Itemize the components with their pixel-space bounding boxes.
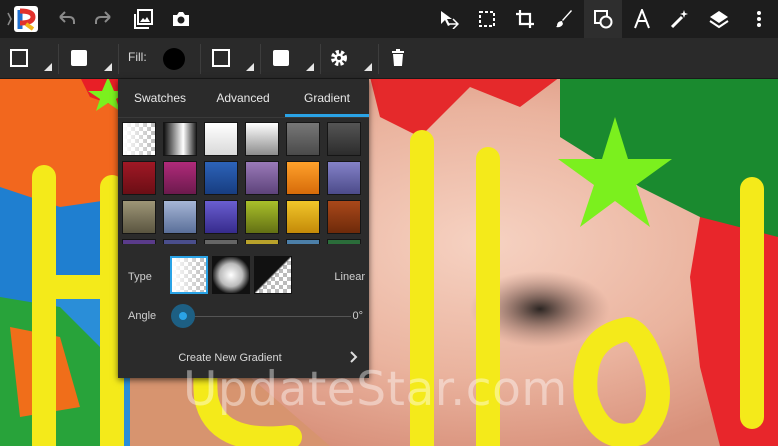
gradient-swatch[interactable] <box>327 239 361 244</box>
fill-shape-icon[interactable] <box>69 48 89 68</box>
top-toolbar <box>0 0 778 38</box>
dropdown-corner-icon[interactable] <box>104 63 112 71</box>
gradient-swatch[interactable] <box>286 122 320 156</box>
dropdown-corner-icon[interactable] <box>364 63 372 71</box>
angle-value: 0° <box>352 310 363 322</box>
brush-icon[interactable] <box>553 8 575 30</box>
gradient-swatch-grid <box>118 118 369 244</box>
gradient-swatch[interactable] <box>327 161 361 195</box>
gradient-swatch[interactable] <box>327 122 361 156</box>
tab-advanced[interactable]: Advanced <box>201 79 285 117</box>
gradient-swatch[interactable] <box>204 161 238 195</box>
corner-shape-icon[interactable] <box>271 48 291 68</box>
undo-icon[interactable] <box>55 8 77 30</box>
stroke-style-icon[interactable] <box>211 48 231 68</box>
radial-gradient-type-button[interactable] <box>212 256 250 294</box>
text-icon[interactable] <box>631 8 653 30</box>
divider <box>58 44 59 74</box>
gradient-swatch[interactable] <box>122 122 156 156</box>
type-label: Type <box>128 271 152 283</box>
gradient-swatch[interactable] <box>245 200 279 234</box>
magic-wand-icon[interactable] <box>669 8 691 30</box>
camera-icon[interactable] <box>170 8 192 30</box>
select-rect-icon[interactable] <box>476 8 498 30</box>
crop-icon[interactable] <box>514 8 536 30</box>
gradient-swatch[interactable] <box>245 122 279 156</box>
sweep-gradient-type-button[interactable] <box>254 256 292 294</box>
dropdown-corner-icon[interactable] <box>246 63 254 71</box>
gradient-swatch[interactable] <box>163 122 197 156</box>
divider <box>118 44 119 74</box>
app-logo-icon[interactable] <box>6 4 40 34</box>
app-window: Fill: Swatches Advanced Gradient Type Li… <box>0 0 778 446</box>
fill-popup-panel: Swatches Advanced Gradient Type Linear A… <box>118 79 369 378</box>
gear-icon[interactable] <box>329 48 349 68</box>
gradient-swatch[interactable] <box>163 161 197 195</box>
layers-icon[interactable] <box>708 8 730 30</box>
stroke-shape-icon[interactable] <box>9 48 29 68</box>
fill-label: Fill: <box>128 50 147 64</box>
active-tab-indicator <box>285 114 369 117</box>
watermark-text: UpdateStar.com <box>183 362 568 417</box>
gradient-type-value: Linear <box>334 271 365 283</box>
gradient-swatch[interactable] <box>163 239 197 244</box>
gradient-swatch[interactable] <box>122 239 156 244</box>
image-icon[interactable] <box>133 8 155 30</box>
divider <box>200 44 201 74</box>
trash-icon[interactable] <box>388 48 408 68</box>
angle-label: Angle <box>128 310 157 322</box>
gradient-swatch[interactable] <box>204 239 238 244</box>
gradient-swatch[interactable] <box>327 200 361 234</box>
more-vert-icon[interactable] <box>748 8 770 30</box>
gradient-swatch[interactable] <box>286 161 320 195</box>
dropdown-corner-icon[interactable] <box>44 63 52 71</box>
move-select-icon[interactable] <box>438 8 460 30</box>
gradient-swatch[interactable] <box>204 122 238 156</box>
angle-slider-knob[interactable] <box>171 304 195 328</box>
divider <box>378 44 379 74</box>
gradient-swatch[interactable] <box>245 161 279 195</box>
gradient-swatch[interactable] <box>122 161 156 195</box>
gradient-swatch[interactable] <box>122 200 156 234</box>
divider <box>320 44 321 74</box>
gradient-swatch[interactable] <box>245 239 279 244</box>
tab-swatches[interactable]: Swatches <box>118 79 202 117</box>
tab-gradient[interactable]: Gradient <box>285 79 369 117</box>
gradient-swatch[interactable] <box>163 200 197 234</box>
divider <box>260 44 261 74</box>
linear-gradient-type-button[interactable] <box>170 256 208 294</box>
dropdown-corner-icon[interactable] <box>306 63 314 71</box>
fill-tabs: Swatches Advanced Gradient <box>118 79 369 118</box>
angle-slider-track[interactable] <box>184 316 351 317</box>
gradient-swatch[interactable] <box>286 200 320 234</box>
gradient-swatch[interactable] <box>286 239 320 244</box>
shape-icon[interactable] <box>592 8 614 30</box>
gradient-swatch[interactable] <box>204 200 238 234</box>
fill-color-swatch[interactable] <box>162 47 186 71</box>
redo-icon[interactable] <box>93 8 115 30</box>
